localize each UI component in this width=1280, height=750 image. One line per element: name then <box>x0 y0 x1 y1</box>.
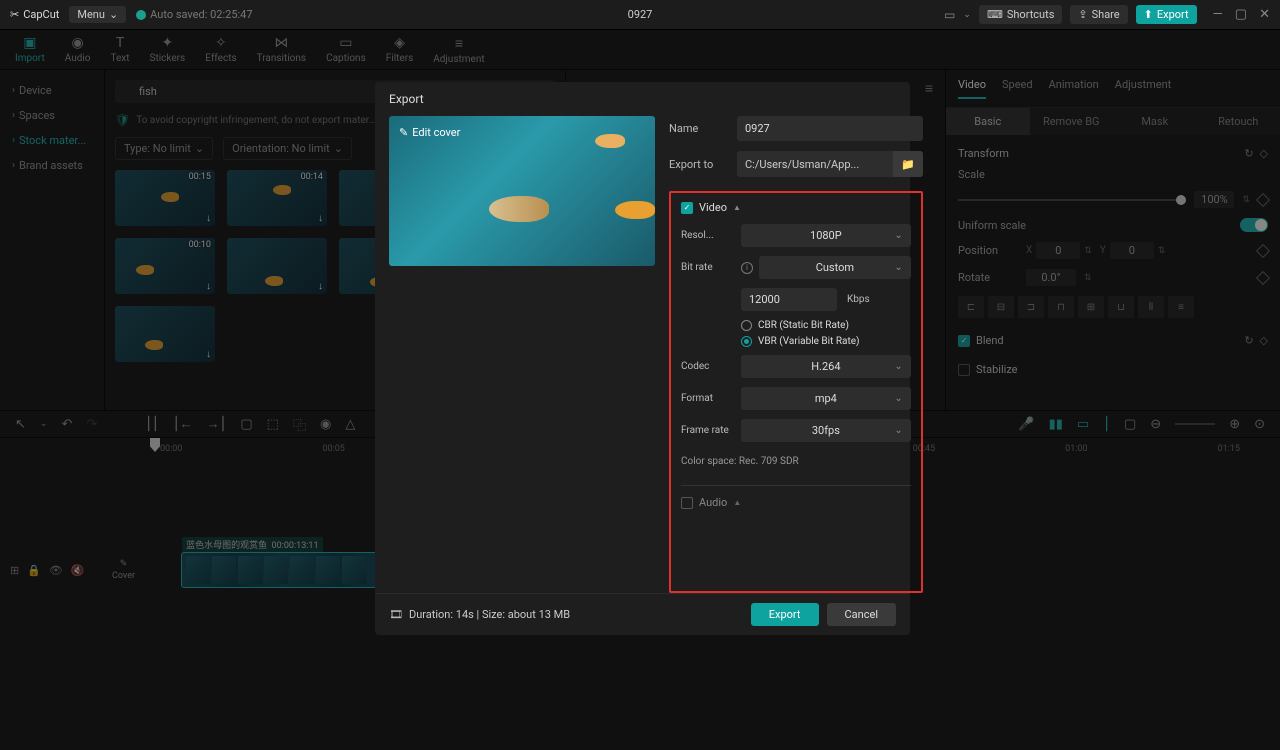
export-modal: Export ✎ Edit cover Name Export to <box>375 82 910 635</box>
cancel-button[interactable]: Cancel <box>827 603 896 626</box>
bitrate-unit: Kbps <box>847 294 870 305</box>
cover-preview: ✎ Edit cover <box>389 116 655 266</box>
cbr-radio[interactable]: CBR (Static Bit Rate) <box>741 320 911 331</box>
codec-label: Codec <box>681 361 741 372</box>
resolution-label: Resol... <box>681 230 741 241</box>
export-confirm-button[interactable]: Export <box>751 603 819 626</box>
radio-icon <box>741 320 752 331</box>
bitrate-select[interactable]: Custom <box>759 256 911 279</box>
framerate-select[interactable]: 30fps <box>741 419 911 442</box>
format-select[interactable]: mp4 <box>741 387 911 410</box>
codec-select[interactable]: H.264 <box>741 355 911 378</box>
path-input[interactable] <box>737 152 893 177</box>
resolution-select[interactable]: 1080P <box>741 224 911 247</box>
video-header-label: Video <box>699 201 727 214</box>
video-checkbox[interactable]: ✓ <box>681 202 693 214</box>
bitrate-label: Bit rate <box>681 262 741 273</box>
audio-checkbox[interactable] <box>681 497 693 509</box>
folder-icon[interactable]: 📁 <box>893 151 923 177</box>
modal-title: Export <box>375 82 910 116</box>
vbr-radio[interactable]: VBR (Variable Bit Rate) <box>741 336 911 347</box>
name-label: Name <box>669 122 737 135</box>
bitrate-input[interactable] <box>741 288 837 311</box>
format-label: Format <box>681 393 741 404</box>
framerate-label: Frame rate <box>681 425 741 436</box>
video-settings-section: ✓ Video ▲ Resol... 1080P Bit rate i Cust… <box>669 191 923 593</box>
audio-header-label: Audio <box>699 496 727 509</box>
colorspace-label: Color space: Rec. 709 SDR <box>681 456 911 467</box>
info-icon[interactable]: i <box>741 262 753 274</box>
chevron-up-icon[interactable]: ▲ <box>733 498 741 507</box>
filmstrip-icon: 🎞 <box>389 608 403 621</box>
exportto-label: Export to <box>669 158 737 171</box>
radio-checked-icon <box>741 336 752 347</box>
edit-cover-button[interactable]: ✎ Edit cover <box>399 126 460 139</box>
pencil-icon: ✎ <box>399 126 408 139</box>
name-input[interactable] <box>737 116 923 141</box>
chevron-up-icon[interactable]: ▲ <box>733 203 741 212</box>
footer-info-label: Duration: 14s | Size: about 13 MB <box>409 608 570 621</box>
